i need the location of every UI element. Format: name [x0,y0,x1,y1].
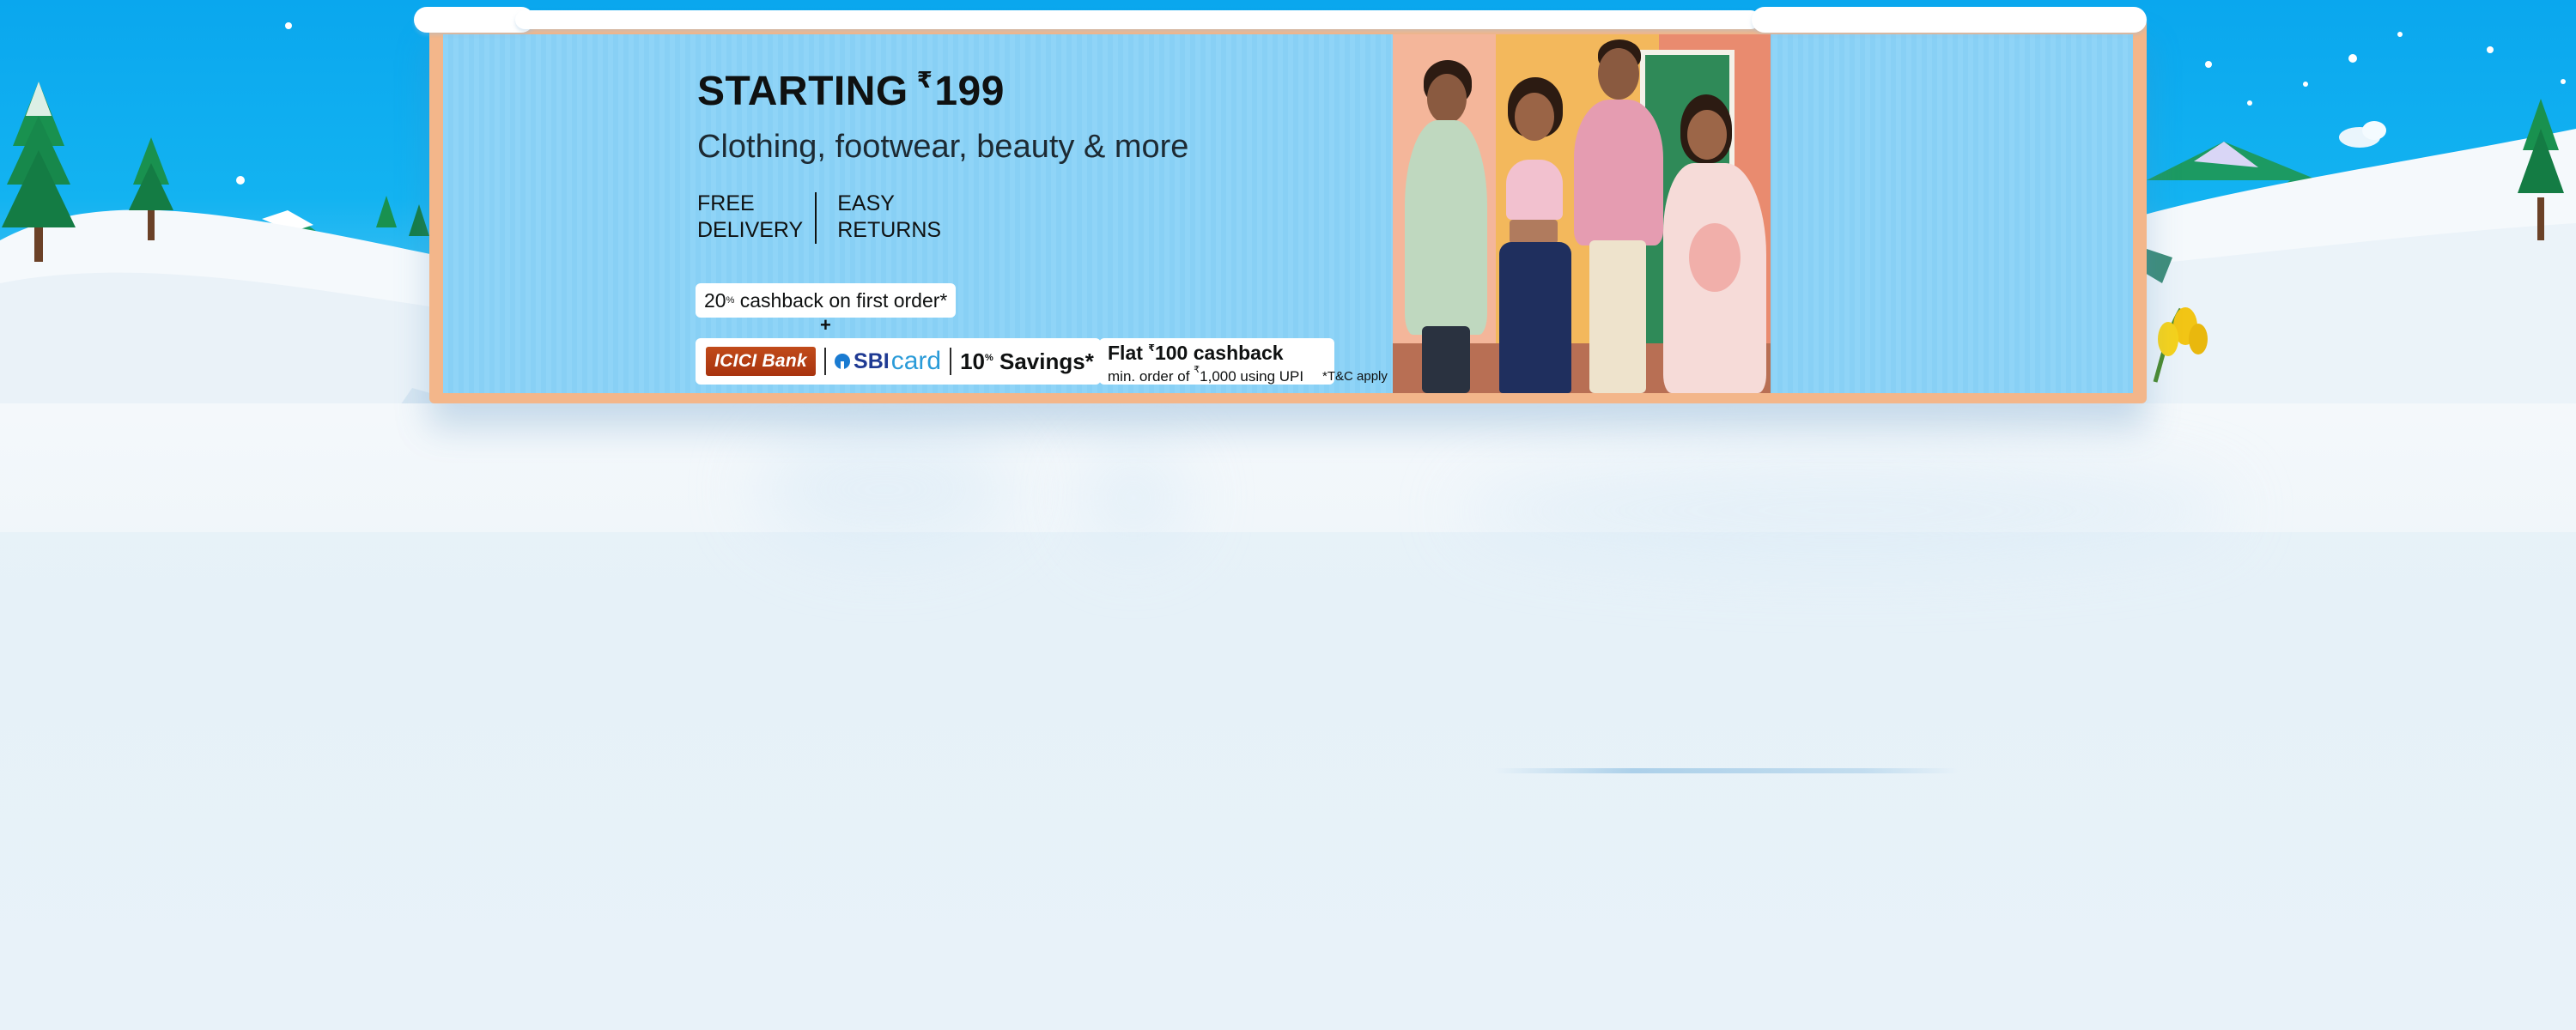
upi-cashback-title: Flat ₹100 cashback [1108,342,1284,364]
upi-cashback-badge: Flat ₹100 cashback min. order of ₹1,000 … [1099,338,1334,385]
first-order-cashback-badge: 20% cashback on first order* [696,283,957,318]
feature-easy-returns: EASY RETURNS [837,191,942,242]
snow-haze [1082,446,1185,549]
snow-cap [515,10,1760,29]
rupee-symbol: ₹ [916,67,933,93]
sbi-card-logo: SBI card [835,347,941,376]
models-photo[interactable] [1393,34,1771,393]
pine-tree-tiny [376,196,429,236]
ground-shadow [1494,768,1958,773]
feature-list: FREE DELIVERY EASY RETURNS [697,191,941,244]
snow-haze [756,429,1013,549]
snow-haze [1460,464,2233,558]
banner-headline: STARTING ₹199 [697,67,1005,114]
divider [824,348,827,375]
icici-bank-logo: ICICI Bank [706,347,817,376]
divider [950,348,952,375]
model-woman-skirt [1487,77,1582,393]
terms-note: *T&C apply [1322,369,1388,384]
sbi-logo-icon [835,354,851,369]
cloud-icon [2339,121,2386,148]
snow-cap [1752,7,2147,33]
savings-text: 10% Savings* [960,348,1094,374]
upi-cashback-condition: min. order of ₹1,000 using UPI [1108,365,1304,385]
feature-divider [815,192,817,244]
model-man-floral-shirt [1569,34,1668,393]
feature-free-delivery: FREE DELIVERY [697,191,804,242]
model-man-kurta [1400,60,1494,393]
plus-sign: + [820,314,831,336]
bank-offer-badge: ICICI Bank SBI card 10% Savings* [696,338,1101,385]
model-woman-saree [1655,94,1771,393]
banner-subline: Clothing, footwear, beauty & more [697,129,1189,165]
